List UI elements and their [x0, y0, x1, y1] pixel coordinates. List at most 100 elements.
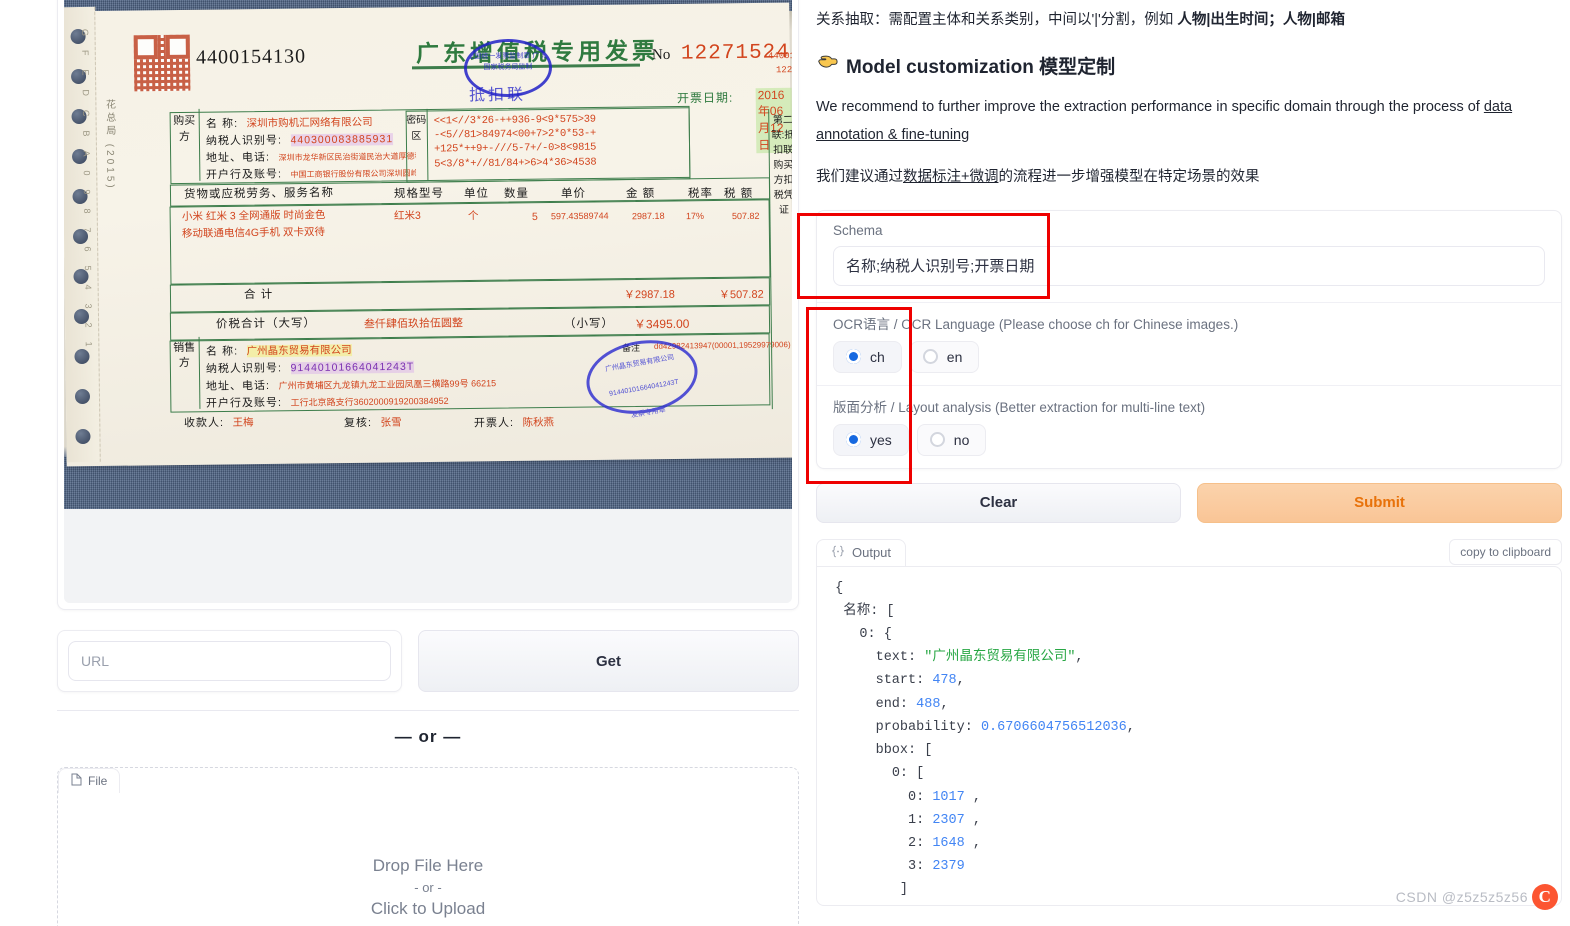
output-tab[interactable]: Output — [816, 539, 906, 566]
json-token: , — [965, 836, 981, 851]
output-card: Output copy to clipboard { 名称: [ 0: { te… — [816, 539, 1562, 906]
drop-file-here-label: Drop File Here — [58, 856, 798, 876]
json-token: ] — [900, 882, 908, 897]
buyer-field-3-value: 中国工商银行股份有限公司深圳圆岭支行4000024709200172809 — [290, 167, 416, 179]
json-token: 2: — [908, 836, 932, 851]
goods-tax: 507.82 — [732, 211, 760, 221]
goods-header-0: 货物或应税劳务、服务名称 — [184, 184, 334, 202]
url-input[interactable] — [68, 641, 391, 681]
json-line: 0: 1017 , — [827, 786, 1561, 809]
action-buttons-row: Clear Submit — [816, 483, 1562, 523]
data-annotation-link-cn[interactable]: 数据标注+微调 — [903, 169, 998, 185]
output-json-body[interactable]: { 名称: [ 0: { text: "广州晶东贸易有限公司", start: … — [816, 566, 1562, 906]
goods-qty: 5 — [532, 211, 538, 223]
goods-header-5: 金 额 — [626, 185, 655, 201]
json-token: 3: — [908, 859, 932, 874]
model-customization-title: Model customization 模型定制 — [846, 52, 1115, 79]
ocr-option-en[interactable]: en — [910, 341, 980, 373]
footer-drawer-value: 陈秋燕 — [522, 417, 554, 429]
json-token: 0: — [859, 627, 883, 642]
goods-unit: 个 — [468, 208, 479, 223]
relation-hint-example: 人物|出生时间；人物|邮箱 — [1177, 12, 1345, 28]
footer-reviewer: 复核: 张雪 — [344, 413, 402, 432]
json-braces-icon — [831, 545, 845, 561]
capital-label: 价税合计（大写） — [216, 314, 316, 331]
json-line: end: 488, — [827, 693, 1561, 716]
goods-header-3: 数量 — [504, 185, 529, 201]
right-panel: 关系抽取：需配置主体和关系类别，中间以'|'分割，例如 人物|出生时间；人物|邮… — [816, 0, 1562, 906]
output-tab-label: Output — [852, 545, 891, 560]
json-token: , — [965, 813, 981, 828]
recommend-cn-suffix: 的流程进一步增强模型在特定场景的效果 — [998, 169, 1259, 185]
layout-option-yes-label: yes — [870, 432, 892, 448]
buyer-side-label: 购买方 — [170, 109, 201, 181]
ocr-option-ch[interactable]: ch — [833, 341, 902, 373]
json-token: "广州晶东贸易有限公司" — [924, 650, 1075, 665]
json-token: end: — [876, 697, 917, 712]
goods-header-6: 税率 — [688, 185, 713, 201]
image-preview-card[interactable]: GFEDCBA0987654321 花总局 (2015) 4400154130 … — [57, 0, 799, 610]
json-line: 0: { — [827, 623, 1561, 646]
json-token: 1648 — [932, 836, 964, 851]
buyer-field-2-value: 深圳市龙华新区民治街道民治大道厚德科技大厦A12070755-23806666 — [278, 150, 416, 162]
buyer-field-3-label: 开户行及账号: — [206, 168, 282, 181]
goods-amount: 2987.18 — [632, 211, 665, 221]
json-token: 0: — [892, 766, 916, 781]
json-token: 0: — [908, 790, 932, 805]
invoice-code: 4400154130 — [196, 45, 306, 69]
json-token: 0.6706604756512036 — [981, 720, 1127, 735]
app-root: GFEDCBA0987654321 花总局 (2015) 4400154130 … — [0, 0, 1570, 926]
schema-input[interactable] — [833, 246, 1545, 286]
goods-price: 597.43589744 — [551, 211, 609, 222]
submit-button[interactable]: Submit — [1197, 483, 1562, 523]
footer-drawer-label: 开票人: — [474, 417, 514, 429]
image-preview-area[interactable]: GFEDCBA0987654321 花总局 (2015) 4400154130 … — [64, 0, 792, 603]
json-token: { — [884, 627, 892, 642]
radio-unselected-icon[interactable] — [923, 349, 938, 364]
url-card — [57, 630, 402, 692]
json-token: , — [957, 673, 965, 688]
capital-value: 叁仟肆佰玖拾伍圆整 — [364, 314, 463, 331]
recommendation-paragraph-cn: 我们建议通过数据标注+微调的流程进一步增强模型在特定场景的效果 — [816, 163, 1562, 191]
file-dropzone[interactable]: File Drop File Here - or - Click to Uplo… — [57, 767, 799, 926]
layout-option-yes[interactable]: yes — [833, 424, 909, 456]
ocr-option-en-label: en — [947, 349, 963, 365]
radio-unselected-icon[interactable] — [930, 432, 945, 447]
buyer-field-1-value: 440300083885931 — [290, 133, 393, 146]
copy-to-clipboard-button[interactable]: copy to clipboard — [1449, 539, 1562, 565]
json-token: , — [1075, 650, 1083, 665]
json-token: 1: — [908, 813, 932, 828]
footer-reviewer-value: 张雪 — [380, 417, 401, 429]
get-button[interactable]: Get — [418, 630, 799, 692]
ocr-language-radios: ch en — [833, 341, 1545, 373]
buyer-field-0-label: 名 称: — [206, 118, 238, 130]
clear-button[interactable]: Clear — [816, 483, 1181, 523]
drop-or-label: - or - — [58, 880, 798, 895]
json-token: [ — [886, 604, 894, 619]
seller-field-1-value: 91440101664041243T — [290, 361, 414, 375]
invoice-no-sub2: 12271524 — [776, 65, 792, 76]
sum-label: 合 计 — [244, 286, 273, 302]
goods-name-line1: 小米 红米 3 全网通版 时尚金色 — [182, 207, 326, 224]
watermark: CSDN @z5z5z5z56 C — [1396, 884, 1558, 910]
json-token: 2307 — [932, 813, 964, 828]
json-token: 488 — [916, 697, 940, 712]
seller-side-label: 销售方 — [170, 337, 201, 409]
section-divider — [57, 710, 799, 711]
seller-field-3-value: 工行北京路支行3602000919200384952 — [290, 396, 448, 408]
left-panel: GFEDCBA0987654321 花总局 (2015) 4400154130 … — [57, 0, 799, 926]
json-token: , — [1127, 720, 1135, 735]
schema-label: Schema — [833, 223, 1545, 238]
goods-rate: 17% — [686, 211, 704, 221]
layout-option-no[interactable]: no — [917, 424, 987, 456]
cipher-text: <<1<//3*26-++936-9<9*575>39 -<5//81>8497… — [434, 111, 685, 171]
schema-section: Schema — [817, 211, 1561, 303]
radio-selected-icon[interactable] — [846, 432, 861, 447]
invoice-no-sub1: 4400154130 — [768, 51, 792, 62]
footer-payee: 收款人: 王梅 — [184, 413, 254, 432]
click-to-upload-label[interactable]: Click to Upload — [58, 899, 798, 919]
recommendation-paragraph-en: We recommend to further improve the extr… — [816, 93, 1562, 150]
seal-word: 抵扣联 — [469, 81, 526, 106]
buyer-field-1-label: 纳税人识别号: — [206, 134, 282, 147]
radio-selected-icon[interactable] — [846, 349, 861, 364]
